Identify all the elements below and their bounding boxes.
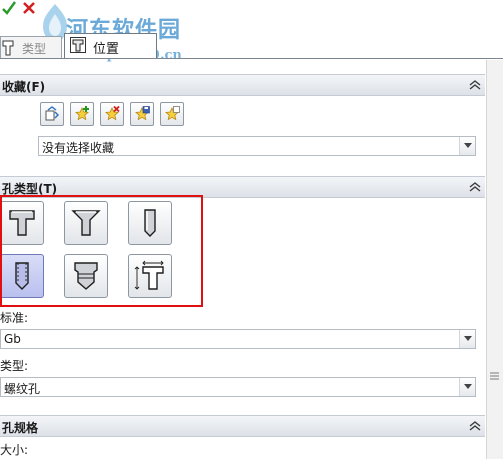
type-select-value: 螺纹孔 [4,382,41,396]
load-favorite-icon [165,106,180,121]
close-icon[interactable] [22,1,36,15]
chevron-up-icon[interactable] [469,182,481,192]
save-favorite-button[interactable] [130,102,154,126]
standard-dropdown-button[interactable] [459,330,475,348]
apply-default-icon [45,106,59,121]
hole-spec-panel-title: 孔规格 [2,421,39,435]
tab-divider [0,58,503,59]
load-favorite-button[interactable] [160,102,184,126]
favorites-panel-header[interactable] [0,74,485,96]
favorites-select-value: 没有选择收藏 [42,141,115,155]
scroll-grip-icon[interactable] [490,372,499,380]
hole-spec-panel-header[interactable] [0,415,485,437]
favorites-select[interactable]: 没有选择收藏 [38,136,476,156]
type-select[interactable]: 螺纹孔 [0,377,476,397]
chevron-down-icon [464,143,472,148]
add-favorite-icon [75,106,89,121]
standard-select-value: Gb [4,332,21,346]
type-dropdown-button[interactable] [459,378,475,396]
chevron-down-icon [464,384,472,389]
add-favorite-button[interactable] [70,102,94,126]
favorites-dropdown-button[interactable] [459,137,475,155]
apply-default-button[interactable] [40,102,64,126]
vertical-scrollbar[interactable] [486,60,503,459]
standard-label: 标准: [0,311,29,325]
check-icon[interactable] [2,1,16,15]
chevron-up-icon[interactable] [469,421,481,431]
delete-favorite-button[interactable] [100,102,124,126]
standard-select[interactable]: Gb [0,329,476,349]
save-favorite-icon [135,106,150,121]
highlight-box [0,195,203,307]
chevron-up-icon[interactable] [469,80,481,90]
tab-position-label: 位置 [93,42,120,57]
favorites-panel-title: 收藏(F) [2,80,46,94]
hole-position-icon [70,37,86,53]
tab-type-label: 类型 [22,42,47,56]
hole-type-icon [2,40,14,56]
type-label: 类型: [0,359,29,373]
chevron-down-icon [464,336,472,341]
hole-spec-panel-body [0,438,485,459]
delete-favorite-icon [105,106,120,121]
size-label: 大小: [0,443,29,457]
